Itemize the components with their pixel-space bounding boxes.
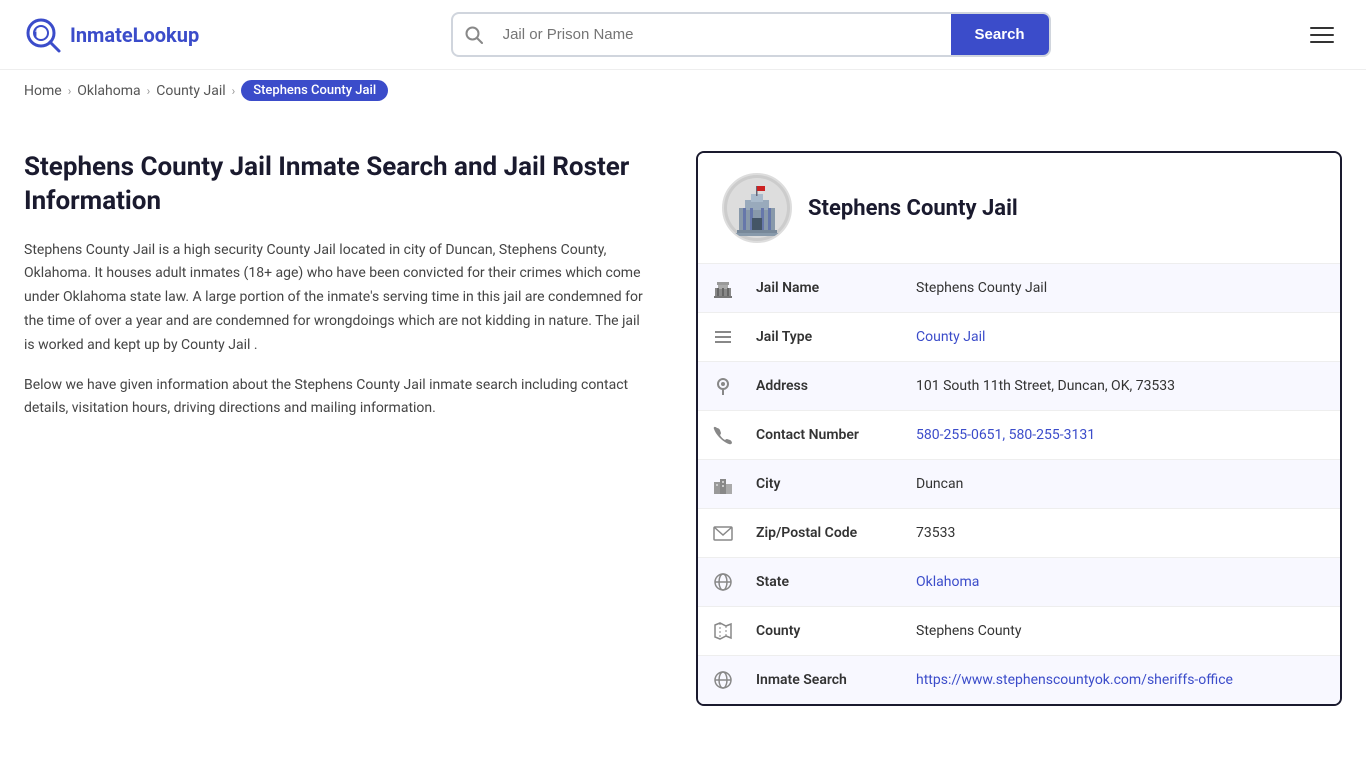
row-value: 101 South 11th Street, Duncan, OK, 73533 xyxy=(908,364,1340,408)
row-value: Stephens County Jail xyxy=(908,266,1340,310)
table-row: Inmate Search https://www.stephenscounty… xyxy=(698,655,1340,704)
table-row: City Duncan xyxy=(698,459,1340,508)
info-value-text: 73533 xyxy=(916,525,955,541)
row-label: County xyxy=(748,609,908,653)
hamburger-menu[interactable] xyxy=(1302,19,1342,51)
table-row: Jail Type County Jail xyxy=(698,312,1340,361)
row-icon xyxy=(698,264,748,312)
search-input[interactable] xyxy=(495,16,951,53)
info-rows: Jail Name Stephens County Jail Jail Type… xyxy=(698,263,1340,704)
row-label: Zip/Postal Code xyxy=(748,511,908,555)
jail-card-name: Stephens County Jail xyxy=(808,196,1018,221)
search-icon xyxy=(453,26,495,44)
row-value[interactable]: County Jail xyxy=(908,315,1340,359)
row-icon xyxy=(698,411,748,459)
chevron-icon: › xyxy=(68,84,72,98)
info-value-link[interactable]: 580-255-0651, 580-255-3131 xyxy=(916,427,1095,443)
jail-avatar xyxy=(722,173,792,243)
left-column: Stephens County Jail Inmate Search and J… xyxy=(24,151,664,706)
breadcrumb-type[interactable]: County Jail xyxy=(156,83,225,99)
chevron-icon: › xyxy=(147,84,151,98)
row-label: Jail Type xyxy=(748,315,908,359)
row-icon xyxy=(698,558,748,606)
row-icon xyxy=(698,509,748,557)
page-title: Stephens County Jail Inmate Search and J… xyxy=(24,151,644,219)
table-row: Jail Name Stephens County Jail xyxy=(698,263,1340,312)
row-value[interactable]: 580-255-0651, 580-255-3131 xyxy=(908,413,1340,457)
row-value: Duncan xyxy=(908,462,1340,506)
breadcrumb-state[interactable]: Oklahoma xyxy=(77,83,140,99)
table-row: Zip/Postal Code 73533 xyxy=(698,508,1340,557)
info-value-text: Stephens County xyxy=(916,623,1022,639)
info-value-link[interactable]: Oklahoma xyxy=(916,574,979,590)
table-row: County Stephens County xyxy=(698,606,1340,655)
chevron-icon: › xyxy=(232,84,236,98)
breadcrumb-current: Stephens County Jail xyxy=(241,80,388,101)
page-description-1: Stephens County Jail is a high security … xyxy=(24,239,644,358)
row-value: 73533 xyxy=(908,511,1340,555)
row-icon xyxy=(698,362,748,410)
search-bar: Search xyxy=(451,12,1051,57)
row-value[interactable]: Oklahoma xyxy=(908,560,1340,604)
row-label: Contact Number xyxy=(748,413,908,457)
header: i InmateLookup Search xyxy=(0,0,1366,70)
info-value-text: 101 South 11th Street, Duncan, OK, 73533 xyxy=(916,378,1175,394)
svg-text:i: i xyxy=(34,27,37,41)
info-value-text: Duncan xyxy=(916,476,963,492)
row-icon xyxy=(698,460,748,508)
main-content: Stephens County Jail Inmate Search and J… xyxy=(0,111,1366,746)
row-label: City xyxy=(748,462,908,506)
logo-link[interactable]: i InmateLookup xyxy=(24,16,199,54)
row-label: Jail Name xyxy=(748,266,908,310)
page-description-2: Below we have given information about th… xyxy=(24,374,644,422)
right-column: Stephens County Jail Jail Name Stephens … xyxy=(696,151,1342,706)
row-value[interactable]: https://www.stephenscountyok.com/sheriff… xyxy=(908,658,1340,702)
table-row: Address 101 South 11th Street, Duncan, O… xyxy=(698,361,1340,410)
jail-card: Stephens County Jail Jail Name Stephens … xyxy=(696,151,1342,706)
row-label: Address xyxy=(748,364,908,408)
info-value-text: Stephens County Jail xyxy=(916,280,1047,296)
row-icon xyxy=(698,313,748,361)
jail-card-header: Stephens County Jail xyxy=(698,153,1340,263)
search-button[interactable]: Search xyxy=(951,14,1049,55)
row-value: Stephens County xyxy=(908,609,1340,653)
row-icon xyxy=(698,607,748,655)
logo-text: InmateLookup xyxy=(70,23,199,47)
table-row: State Oklahoma xyxy=(698,557,1340,606)
logo-icon: i xyxy=(24,16,62,54)
breadcrumb-home[interactable]: Home xyxy=(24,83,62,99)
info-value-link[interactable]: County Jail xyxy=(916,329,985,345)
row-label: Inmate Search xyxy=(748,658,908,702)
row-icon xyxy=(698,656,748,704)
row-label: State xyxy=(748,560,908,604)
breadcrumb: Home › Oklahoma › County Jail › Stephens… xyxy=(0,70,1366,111)
table-row: Contact Number 580-255-0651, 580-255-313… xyxy=(698,410,1340,459)
info-value-link[interactable]: https://www.stephenscountyok.com/sheriff… xyxy=(916,672,1233,688)
